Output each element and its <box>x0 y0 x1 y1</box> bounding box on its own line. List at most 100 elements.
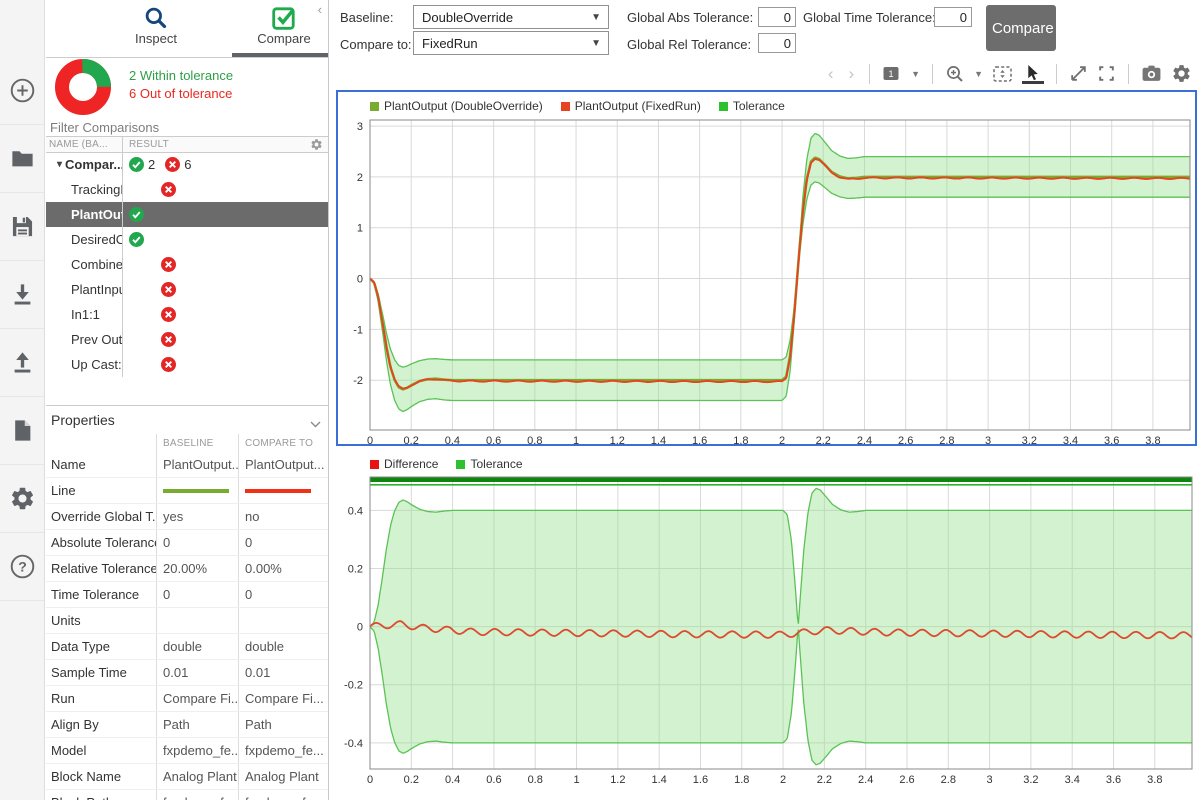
baseline-compare-chart[interactable]: PlantOutput (DoubleOverride) PlantOutput … <box>336 90 1197 446</box>
import-download-icon[interactable] <box>0 261 44 329</box>
svg-text:3.8: 3.8 <box>1147 774 1162 786</box>
svg-text:3.4: 3.4 <box>1063 435 1078 444</box>
collapse-panel-chevron[interactable]: ‹ <box>318 2 322 17</box>
svg-text:0.4: 0.4 <box>445 774 460 786</box>
property-label: Data Type <box>46 639 156 654</box>
global-time-tolerance-input[interactable] <box>934 7 972 27</box>
baseline-line-swatch <box>163 489 229 493</box>
filter-comparisons-input[interactable] <box>46 118 329 137</box>
compare-to-run-select[interactable]: FixedRun ▼ <box>413 31 609 55</box>
svg-text:3.8: 3.8 <box>1145 435 1160 444</box>
svg-text:0.2: 0.2 <box>404 435 419 444</box>
property-compare-value: 0 <box>238 582 329 607</box>
result-column-header: RESULT <box>123 139 169 150</box>
property-row-units: Units <box>46 608 329 634</box>
svg-text:2.8: 2.8 <box>941 774 956 786</box>
svg-text:0.8: 0.8 <box>528 774 543 786</box>
dropdown-caret-icon[interactable]: ▼ <box>911 69 920 79</box>
subplot-layout-1-icon[interactable]: 1 <box>882 65 902 83</box>
property-row-override-global-t-: Override Global T...yesno <box>46 504 329 530</box>
comparison-row-trackinge[interactable]: TrackingE <box>46 177 329 202</box>
tab-compare[interactable]: Compare <box>219 0 329 57</box>
result-cell <box>123 327 329 352</box>
legend-item-tolerance: Tolerance <box>719 99 785 113</box>
property-label: Model <box>46 743 156 758</box>
property-label: Name <box>46 457 156 472</box>
property-row-align-by: Align ByPathPath <box>46 712 329 738</box>
result-cell <box>123 202 329 227</box>
svg-text:0.2: 0.2 <box>348 564 363 576</box>
property-row-sample-time: Sample Time0.010.01 <box>46 660 329 686</box>
property-compare-value <box>238 478 329 503</box>
legend-item-plantoutput-doubleoverride-: PlantOutput (DoubleOverride) <box>370 99 543 113</box>
prev-arrow-icon[interactable]: ‹ <box>825 65 837 82</box>
tab-inspect[interactable]: Inspect <box>91 0 221 57</box>
compare-button[interactable]: Compare <box>986 5 1056 51</box>
cursor-arrow-active-icon[interactable] <box>1022 64 1044 84</box>
svg-text:1: 1 <box>573 435 579 444</box>
fail-count: 6 <box>184 157 191 172</box>
global-abs-tolerance-input[interactable] <box>758 7 796 27</box>
property-row-block-path: Block Pathfxpdemo_fe...fxpdemo_fe... <box>46 790 329 800</box>
svg-text:3.6: 3.6 <box>1106 774 1121 786</box>
within-tolerance-summary: 2 Within tolerance <box>129 67 233 85</box>
baseline-run-select[interactable]: DoubleOverride ▼ <box>413 5 609 29</box>
legend-item-plantoutput-fixedrun-: PlantOutput (FixedRun) <box>561 99 701 113</box>
out-of-tolerance-summary: 6 Out of tolerance <box>129 85 233 103</box>
chart1-plot[interactable]: 00.20.40.60.811.21.41.61.822.22.42.62.83… <box>338 116 1193 444</box>
difference-chart[interactable]: DifferenceTolerance 00.20.40.60.811.21.4… <box>336 452 1197 800</box>
comparison-row-up-cast-[interactable]: Up Cast: <box>46 352 329 377</box>
property-baseline-value: 0.01 <box>156 660 238 685</box>
comparison-rows: ▾Compar...26TrackingEPlantOutpDesiredCCo… <box>46 152 329 377</box>
properties-columns-header: BASELINE COMPARE TO <box>46 434 329 452</box>
svg-text:3: 3 <box>987 774 993 786</box>
zoom-in-icon[interactable] <box>945 64 965 84</box>
svg-text:-0.2: -0.2 <box>344 680 363 692</box>
tolerance-donut-chart <box>54 58 112 116</box>
compare-to-label: Compare to: <box>340 37 412 52</box>
export-upload-icon[interactable] <box>0 329 44 397</box>
pass-count: 2 <box>148 157 155 172</box>
collapse-properties-chevron[interactable] <box>310 415 321 431</box>
svg-text:2: 2 <box>357 172 363 184</box>
property-baseline-value: fxpdemo_fe... <box>156 738 238 763</box>
snapshot-camera-icon[interactable] <box>1141 64 1162 83</box>
svg-text:1.8: 1.8 <box>733 435 748 444</box>
svg-text:3: 3 <box>357 121 363 133</box>
baseline-column-header: BASELINE <box>156 434 238 452</box>
next-arrow-icon[interactable]: › <box>845 65 857 82</box>
chart-settings-gear-icon[interactable] <box>1171 63 1192 84</box>
comparison-row-plantinpu[interactable]: PlantInpu <box>46 277 329 302</box>
chart-toolbar: ‹ › 1 ▼ ▼ <box>330 57 1200 90</box>
property-label: Block Name <box>46 769 156 784</box>
save-disk-icon[interactable] <box>0 193 44 261</box>
global-time-tolerance-label: Global Time Tolerance: <box>803 10 936 25</box>
add-circle-icon[interactable] <box>0 57 44 125</box>
help-question-icon[interactable]: ? <box>0 533 44 601</box>
svg-text:2.4: 2.4 <box>858 774 873 786</box>
comparison-row-desiredc[interactable]: DesiredC <box>46 227 329 252</box>
svg-text:-0.4: -0.4 <box>344 738 363 750</box>
comparison-row-prev-out-[interactable]: Prev Out: <box>46 327 329 352</box>
fit-to-view-icon[interactable] <box>992 64 1013 84</box>
global-rel-tolerance-label: Global Rel Tolerance: <box>627 37 751 52</box>
svg-text:3: 3 <box>985 435 991 444</box>
comparison-row-compar-[interactable]: ▾Compar...26 <box>46 152 329 177</box>
folder-open-icon[interactable] <box>0 125 44 193</box>
comparison-row-in1-1[interactable]: In1:1 <box>46 302 329 327</box>
global-rel-tolerance-input[interactable] <box>758 33 796 53</box>
fullscreen-icon[interactable] <box>1097 64 1116 83</box>
legend-swatch <box>719 102 728 111</box>
comparison-row-combine[interactable]: Combine <box>46 252 329 277</box>
expand-diagonal-icon[interactable] <box>1069 64 1088 83</box>
chart2-plot[interactable]: 00.20.40.60.811.21.41.61.822.22.42.62.83… <box>336 474 1195 798</box>
report-document-icon[interactable] <box>0 397 44 465</box>
tree-expand-caret[interactable]: ▾ <box>57 159 62 170</box>
property-label: Override Global T... <box>46 509 156 524</box>
settings-gear-icon[interactable] <box>0 465 44 533</box>
svg-text:0.6: 0.6 <box>486 435 501 444</box>
fail-icon <box>161 307 176 322</box>
dropdown-caret-icon[interactable]: ▼ <box>974 69 983 79</box>
comparison-row-plantoutp[interactable]: PlantOutp <box>46 202 329 227</box>
result-cell: 26 <box>123 152 329 177</box>
